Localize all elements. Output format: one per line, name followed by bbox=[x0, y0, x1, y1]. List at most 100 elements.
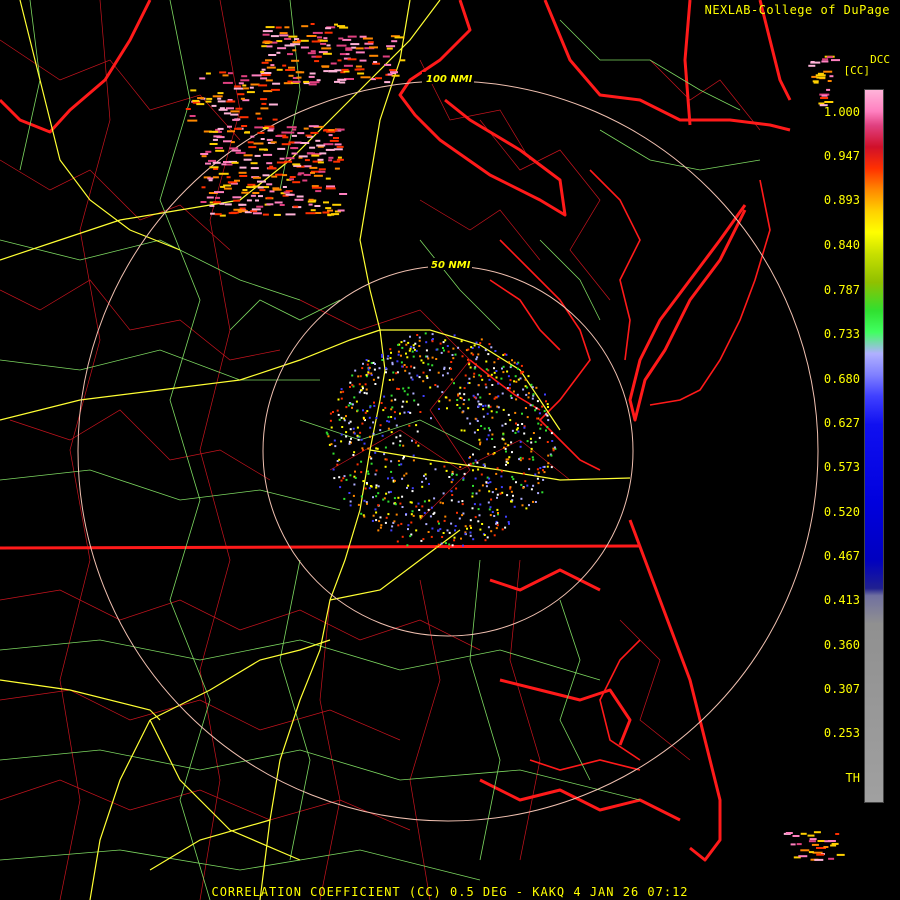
echo-pixel bbox=[385, 371, 387, 374]
echo-pixel bbox=[437, 543, 440, 546]
echo-pixel bbox=[284, 44, 295, 47]
echo-pixel bbox=[523, 426, 526, 429]
echo-pixel bbox=[339, 81, 346, 84]
echo-pixel bbox=[389, 357, 392, 360]
echo-pixel bbox=[291, 134, 297, 137]
echo-pixel bbox=[387, 477, 389, 480]
echo-pixel bbox=[417, 502, 420, 505]
echo-pixel bbox=[285, 213, 296, 216]
echo-pixel bbox=[536, 468, 539, 471]
echo-pixel bbox=[469, 534, 472, 537]
echo-pixel bbox=[487, 452, 490, 455]
echo-pixel bbox=[387, 500, 390, 503]
echo-pixel bbox=[487, 526, 490, 529]
echo-pixel bbox=[316, 144, 326, 147]
echo-pixel bbox=[798, 855, 808, 858]
echo-pixel bbox=[363, 515, 366, 518]
echo-pixel bbox=[421, 485, 424, 488]
echo-pixel bbox=[460, 429, 463, 432]
echo-pixel bbox=[369, 46, 378, 49]
echo-pixel bbox=[546, 465, 549, 468]
echo-pixel bbox=[262, 127, 269, 129]
echo-pixel bbox=[835, 833, 840, 835]
echo-pixel bbox=[246, 186, 257, 189]
echo-pixel bbox=[325, 431, 328, 434]
echo-pixel bbox=[394, 417, 396, 420]
echo-pixel bbox=[316, 79, 321, 82]
echo-pixel bbox=[238, 82, 244, 85]
echo-pixel bbox=[411, 378, 414, 381]
echo-pixel bbox=[404, 369, 407, 372]
echo-pixel bbox=[393, 497, 396, 500]
echo-pixel bbox=[401, 477, 404, 480]
echo-pixel bbox=[227, 130, 235, 133]
echo-pixel bbox=[467, 398, 470, 401]
echo-pixel bbox=[360, 495, 363, 498]
echo-pixel bbox=[275, 135, 283, 137]
echo-pixel bbox=[529, 404, 532, 407]
echo-pixel bbox=[472, 375, 475, 378]
echo-pixel bbox=[406, 486, 408, 489]
echo-pixel bbox=[356, 409, 359, 412]
echo-pixel bbox=[206, 97, 213, 100]
echo-pixel bbox=[407, 341, 410, 344]
echo-pixel bbox=[322, 65, 329, 68]
echo-pixel bbox=[450, 499, 453, 502]
echo-pixel bbox=[542, 469, 544, 472]
echo-pixel bbox=[315, 212, 322, 214]
echo-pixel bbox=[496, 493, 499, 496]
echo-pixel bbox=[327, 213, 335, 216]
echo-pixel bbox=[382, 409, 385, 412]
echo-pixel bbox=[375, 495, 378, 498]
echo-pixel bbox=[333, 137, 339, 139]
echo-pixel bbox=[360, 460, 363, 463]
echo-pixel bbox=[502, 365, 505, 368]
echo-pixel bbox=[431, 338, 434, 340]
echo-pixel bbox=[420, 515, 423, 517]
echo-pixel bbox=[534, 440, 537, 443]
echo-pixel bbox=[218, 172, 229, 175]
echo-pixel bbox=[467, 348, 470, 351]
echo-pixel bbox=[792, 835, 800, 837]
echo-pixel bbox=[328, 134, 333, 137]
echo-pixel bbox=[289, 178, 294, 181]
echo-pixel bbox=[531, 404, 534, 407]
echo-pixel bbox=[235, 151, 246, 154]
echo-pixel bbox=[375, 511, 378, 514]
echo-pixel bbox=[437, 520, 440, 523]
echo-pixel bbox=[506, 387, 509, 389]
echo-pixel bbox=[395, 424, 398, 427]
echo-pixel bbox=[294, 198, 304, 201]
echo-pixel bbox=[242, 84, 247, 87]
echo-pixel bbox=[476, 393, 479, 396]
echo-pixel bbox=[250, 162, 258, 165]
echo-pixel bbox=[437, 529, 439, 532]
echo-pixel bbox=[422, 380, 425, 383]
echo-pixel bbox=[537, 492, 540, 495]
echo-pixel bbox=[245, 131, 250, 134]
echo-pixel bbox=[217, 127, 224, 130]
echo-pixel bbox=[526, 440, 529, 443]
echo-pixel bbox=[221, 163, 227, 166]
echo-pixel bbox=[425, 477, 427, 480]
echo-pixel bbox=[452, 357, 455, 360]
echo-pixel bbox=[540, 423, 543, 426]
echo-pixel bbox=[369, 485, 372, 487]
echo-pixel bbox=[391, 406, 394, 409]
echo-pixel bbox=[520, 372, 523, 375]
echo-pixel bbox=[384, 521, 387, 524]
echo-pixel bbox=[487, 501, 490, 504]
echo-pixel bbox=[302, 179, 308, 182]
echo-pixel bbox=[342, 390, 345, 393]
echo-pixel bbox=[317, 161, 324, 164]
echo-pixel bbox=[334, 143, 342, 146]
range-ring-50nmi bbox=[262, 265, 634, 637]
echo-pixel bbox=[501, 528, 504, 531]
echo-pixel bbox=[211, 104, 217, 107]
echo-pixel bbox=[536, 400, 539, 403]
echo-pixel bbox=[263, 90, 273, 93]
echo-pixel bbox=[490, 530, 493, 533]
echo-pixel bbox=[429, 515, 432, 518]
echo-pixel bbox=[525, 393, 528, 396]
echo-pixel bbox=[212, 176, 219, 179]
